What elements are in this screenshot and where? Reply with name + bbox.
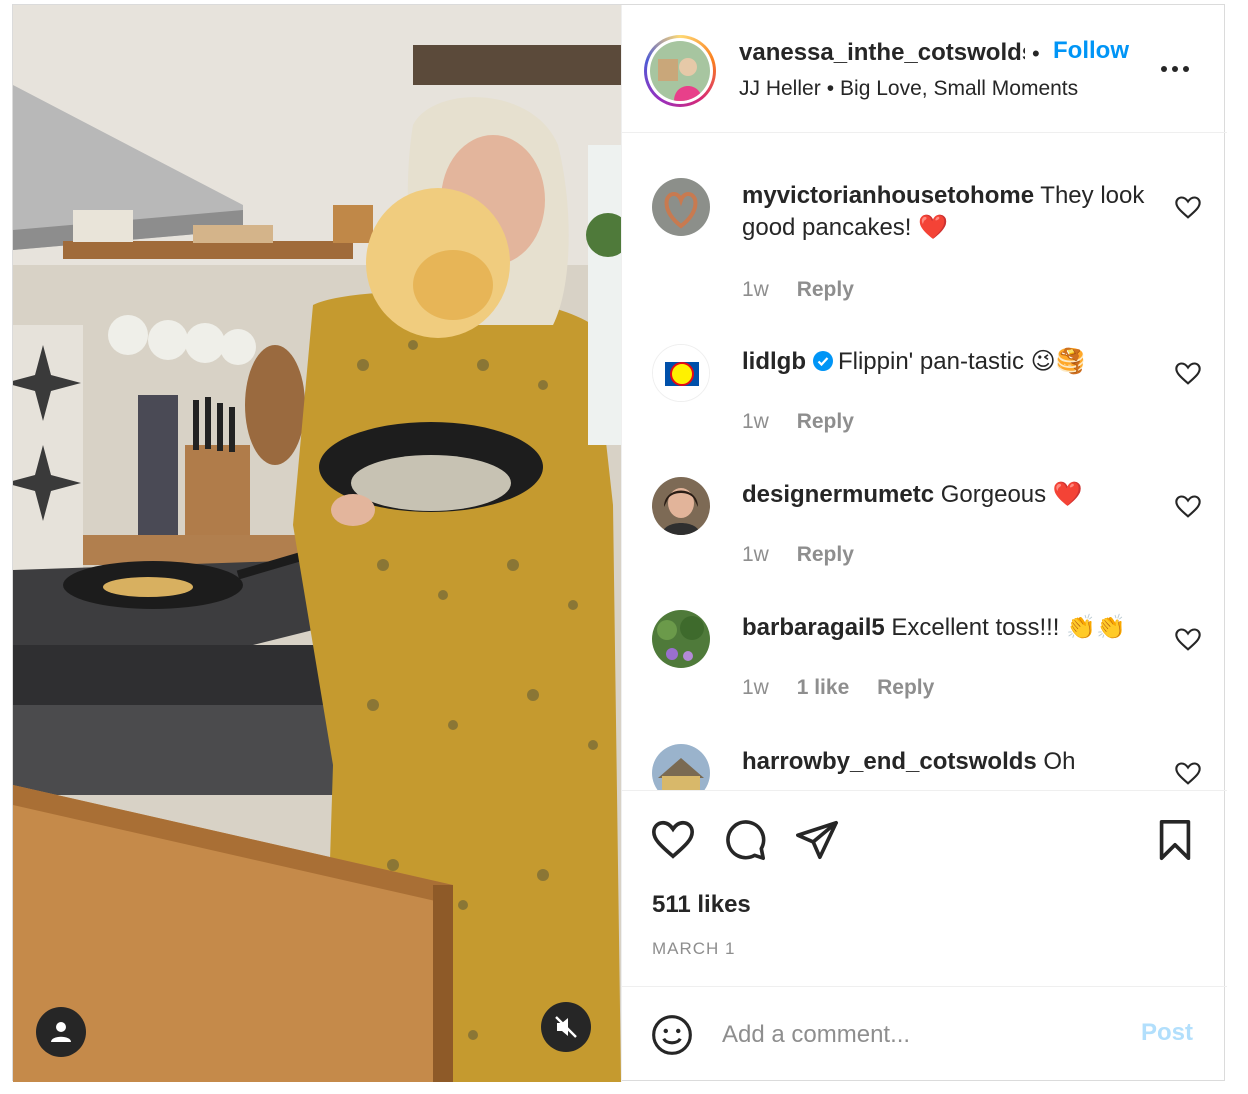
comment-username[interactable]: harrowby_end_cotswolds: [742, 748, 1037, 775]
comment-text: Gorgeous ❤️: [940, 481, 1083, 508]
like-heart-icon[interactable]: [650, 817, 696, 863]
comment-time: 1w: [742, 543, 769, 566]
comment-avatar[interactable]: [652, 178, 710, 236]
designermumetc-avatar-image: [652, 477, 710, 535]
comment-time: 1w: [742, 410, 769, 433]
comment-meta: 1w Reply: [742, 278, 876, 302]
author-avatar[interactable]: [644, 35, 716, 107]
bookmark-save-icon[interactable]: [1152, 817, 1198, 863]
more-options-button[interactable]: [1155, 51, 1195, 87]
reply-button[interactable]: Reply: [797, 278, 854, 301]
comment-body: barbaragail5 Excellent toss!!! 👏👏: [742, 612, 1162, 644]
audio-title: Big Love, Small Moments: [840, 77, 1079, 100]
header-separator: •: [1032, 41, 1040, 66]
comment-avatar[interactable]: [652, 744, 710, 790]
comment-username[interactable]: designermumetc: [742, 481, 934, 508]
comment-like-heart-icon[interactable]: [1174, 360, 1202, 388]
user-icon: [51, 1022, 71, 1042]
tagged-users-button[interactable]: [36, 1007, 86, 1057]
post-container: vanessa_inthe_cotswolds • Follow JJ Hell…: [12, 4, 1227, 1082]
comment-body: myvictorianhousetohome They look good pa…: [742, 180, 1162, 244]
reply-button[interactable]: Reply: [877, 676, 934, 699]
reply-button[interactable]: Reply: [797, 410, 854, 433]
comment-username[interactable]: myvictorianhousetohome: [742, 182, 1034, 209]
comment-text: Oh: [1043, 748, 1076, 775]
video-frame: [13, 5, 621, 1082]
heart-avatar-image: [652, 178, 710, 236]
comment-meta: 1w Reply: [742, 410, 876, 434]
share-paper-plane-icon[interactable]: [794, 817, 840, 863]
post-video[interactable]: [13, 5, 621, 1082]
garden-avatar-image: [652, 610, 710, 668]
post-date[interactable]: MARCH 1: [652, 939, 736, 959]
post-actions: 511 likes MARCH 1: [622, 790, 1227, 986]
comment-like-heart-icon[interactable]: [1174, 760, 1202, 788]
emoji-picker-icon[interactable]: [650, 1013, 694, 1057]
comment-time: 1w: [742, 676, 769, 699]
more-options-icon: [1161, 66, 1189, 72]
post-comment-button[interactable]: Post: [1141, 1019, 1193, 1047]
comment-like-heart-icon[interactable]: [1174, 194, 1202, 222]
audio-artist: JJ Heller: [739, 77, 821, 100]
comment-text: Flippin' pan-tastic 😉🥞: [837, 348, 1086, 375]
verified-badge-icon: [812, 351, 833, 371]
author-avatar-image: [650, 41, 710, 101]
author-username[interactable]: vanessa_inthe_cotswolds: [739, 39, 1025, 67]
comment-text: Excellent toss!!! 👏👏: [891, 614, 1126, 641]
comment-meta: 1w Reply: [742, 543, 876, 567]
comment-like-heart-icon[interactable]: [1174, 626, 1202, 654]
follow-button[interactable]: Follow: [1053, 37, 1129, 65]
comment-input[interactable]: [722, 1015, 1122, 1055]
lidl-logo-avatar: [653, 345, 709, 401]
mute-button[interactable]: [541, 1002, 591, 1052]
comment-body: harrowby_end_cotswolds Oh: [742, 746, 1162, 778]
comments-list[interactable]: myvictorianhousetohome They look good pa…: [622, 134, 1227, 790]
comment-body: designermumetc Gorgeous ❤️: [742, 479, 1162, 511]
audio-muted-icon: [555, 1016, 577, 1038]
add-comment-bar: Post: [622, 986, 1227, 1082]
comment-likes-count[interactable]: 1 like: [797, 676, 850, 699]
comment-avatar[interactable]: [652, 344, 710, 402]
post-details-panel: vanessa_inthe_cotswolds • Follow JJ Hell…: [621, 5, 1227, 1082]
audio-separator: •: [826, 77, 835, 100]
cottage-avatar-image: [652, 744, 710, 790]
comment-username[interactable]: barbaragail5: [742, 614, 885, 641]
comment-avatar[interactable]: [652, 477, 710, 535]
comment-time: 1w: [742, 278, 769, 301]
audio-attribution[interactable]: JJ Heller • Big Love, Small Moments: [739, 77, 1078, 101]
comment-meta: 1w 1 like Reply: [742, 676, 956, 700]
comment-like-heart-icon[interactable]: [1174, 493, 1202, 521]
reply-button[interactable]: Reply: [797, 543, 854, 566]
comment-bubble-icon[interactable]: [722, 817, 768, 863]
comment-avatar[interactable]: [652, 610, 710, 668]
post-header: vanessa_inthe_cotswolds • Follow JJ Hell…: [622, 5, 1227, 133]
comment-username[interactable]: lidlgb: [742, 348, 806, 375]
comment-body: lidlgb Flippin' pan-tastic 😉🥞: [742, 346, 1162, 378]
likes-count[interactable]: 511 likes: [652, 891, 751, 919]
